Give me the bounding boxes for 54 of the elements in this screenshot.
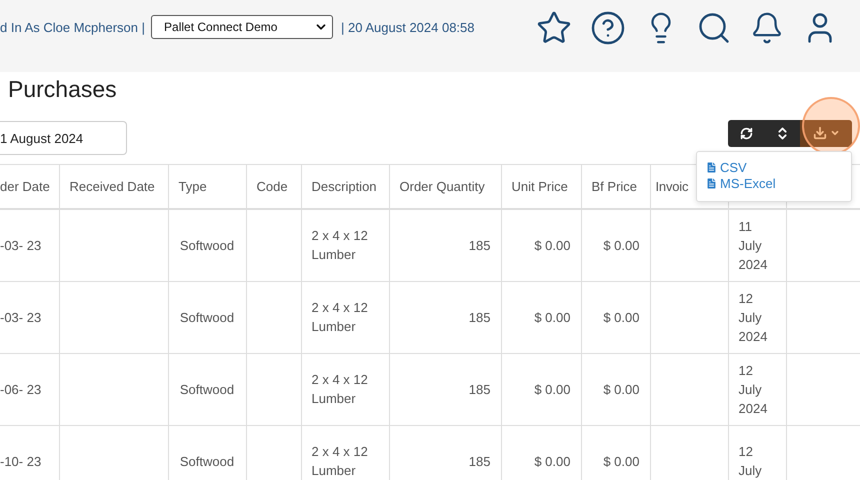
export-menu-item[interactable]: MS-Excel — [705, 176, 776, 191]
date-cell: 11 July 2024 — [738, 218, 768, 272]
type-cell: Softwood — [180, 382, 234, 396]
description-cell: 2 x 4 x 12 Lumber — [312, 228, 368, 262]
type-cell: Softwood — [180, 238, 234, 252]
file-icon — [705, 161, 718, 174]
company-select[interactable]: Pallet Connect Demo — [151, 15, 334, 39]
column-header: Type — [168, 164, 246, 208]
export-menu-item[interactable]: CSV — [705, 160, 747, 175]
order-date-cell: -06- 23 — [0, 382, 42, 396]
date-field[interactable]: 1 August 2024 — [0, 121, 127, 155]
star-icon[interactable] — [536, 10, 572, 46]
bf-price-cell: $ 0.00 — [603, 454, 640, 468]
refresh-icon — [740, 126, 752, 140]
column-header: Description — [301, 164, 389, 208]
caret-icon — [830, 128, 840, 138]
quantity-cell: 185 — [468, 310, 490, 324]
download-button[interactable] — [800, 120, 852, 146]
unit-price-cell: $ 0.00 — [534, 238, 570, 252]
description-cell: 2 x 4 x 12 Lumber — [312, 444, 368, 478]
unit-price-cell: $ 0.00 — [534, 310, 570, 324]
column-header: Unit Price — [501, 164, 581, 208]
date-cell: 12 July — [738, 444, 762, 478]
column-header: der Date — [0, 164, 59, 208]
description-cell: 2 x 4 x 12 Lumber — [312, 300, 368, 334]
type-cell: Softwood — [180, 454, 234, 468]
column-header: Received Date — [59, 164, 168, 208]
column-header: Bf Price — [581, 164, 650, 208]
page-title: Purchases — [8, 76, 118, 104]
bf-price-cell: $ 0.00 — [603, 310, 640, 324]
current-datetime: | 20 August 2024 08:58 — [341, 20, 475, 34]
type-cell: Softwood — [180, 310, 234, 324]
unit-price-cell: $ 0.00 — [534, 454, 570, 468]
unit-price-cell: $ 0.00 — [534, 382, 570, 396]
date-cell: 12 July 2024 — [738, 290, 768, 344]
quantity-cell: 185 — [468, 382, 490, 396]
order-date-cell: -10- 23 — [0, 454, 42, 468]
quantity-cell: 185 — [468, 238, 490, 252]
bell-icon[interactable] — [750, 11, 784, 45]
column-header: Order Quantity — [389, 164, 501, 208]
quantity-cell: 185 — [468, 454, 490, 468]
bf-price-cell: $ 0.00 — [603, 382, 640, 396]
date-cell: 12 July 2024 — [738, 362, 768, 416]
help-icon[interactable] — [590, 10, 626, 46]
column-header: Code — [246, 164, 301, 208]
bf-price-cell: $ 0.00 — [603, 238, 640, 252]
logged-in-user: d In As Cloe Mcpherson | — [0, 20, 146, 34]
order-date-cell: -03- 23 — [0, 238, 42, 252]
order-date-cell: -03- 23 — [0, 310, 42, 324]
download-icon — [812, 126, 826, 140]
description-cell: 2 x 4 x 12 Lumber — [312, 372, 368, 406]
refresh-button[interactable] — [728, 120, 764, 146]
sort-button[interactable] — [764, 120, 800, 146]
file-icon — [705, 177, 718, 190]
